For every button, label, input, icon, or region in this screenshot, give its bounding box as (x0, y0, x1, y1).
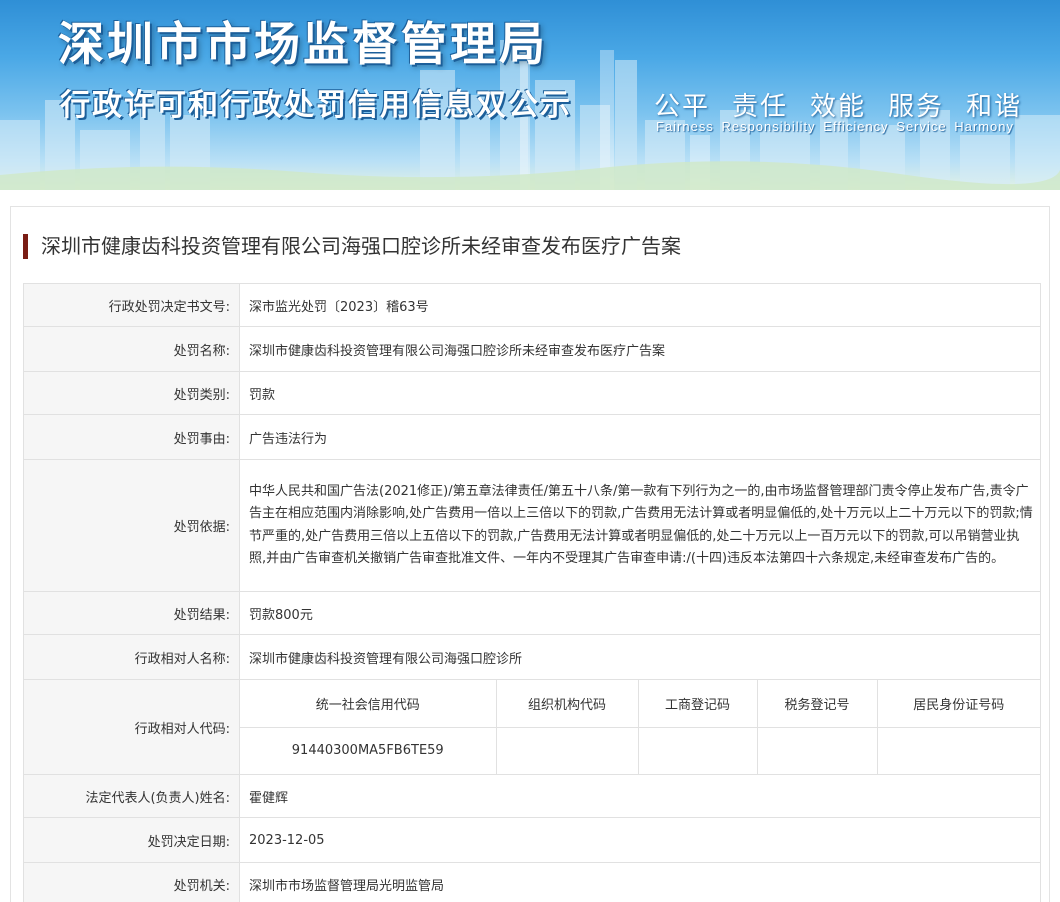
penalty-reason: 广告违法行为 (239, 414, 1041, 460)
table-row: 处罚机关: 深圳市市场监督管理局光明监管局 (23, 862, 1041, 902)
row-label: 处罚依据: (23, 459, 240, 592)
row-label: 行政相对人名称: (23, 634, 240, 680)
table-row: 行政处罚决定书文号: 深市监光处罚〔2023〕稽63号 (23, 283, 1041, 327)
penalty-authority: 深圳市市场监督管理局光明监管局 (239, 862, 1041, 902)
id-number-value (877, 727, 1040, 774)
slogan-word: 公平 (654, 92, 711, 122)
org-code-value (496, 727, 639, 774)
code-header: 组织机构代码 (496, 680, 639, 728)
code-value-row: 91440300MA5FB6TE59 (240, 727, 1040, 774)
row-label: 处罚机关: (23, 862, 240, 902)
penalty-name: 深圳市健康齿科投资管理有限公司海强口腔诊所未经审查发布医疗广告案 (239, 326, 1041, 372)
table-row: 处罚结果: 罚款800元 (23, 591, 1041, 635)
banner-title: 深圳市市场监督管理局 (58, 17, 548, 71)
party-code-table: 统一社会信用代码 组织机构代码 工商登记码 税务登记号 居民身份证号码 9144… (240, 680, 1040, 774)
content-panel: 深圳市健康齿科投资管理有限公司海强口腔诊所未经审查发布医疗广告案 行政处罚决定书… (10, 206, 1050, 902)
row-label: 法定代表人(负责人)姓名: (23, 774, 240, 818)
table-row: 处罚类别: 罚款 (23, 371, 1041, 415)
case-title: 深圳市健康齿科投资管理有限公司海强口腔诊所未经审查发布医疗广告案 (23, 233, 681, 259)
penalty-basis: 中华人民共和国广告法(2021修正)/第五章法律责任/第五十八条/第一款有下列行… (239, 459, 1041, 592)
penalty-info-table: 行政处罚决定书文号: 深市监光处罚〔2023〕稽63号 处罚名称: 深圳市健康齿… (23, 283, 1041, 902)
code-header: 统一社会信用代码 (240, 680, 497, 728)
decision-number: 深市监光处罚〔2023〕稽63号 (239, 283, 1041, 327)
decision-date: 2023-12-05 (239, 817, 1041, 863)
row-label: 处罚决定日期: (23, 817, 240, 863)
table-row: 处罚名称: 深圳市健康齿科投资管理有限公司海强口腔诊所未经审查发布医疗广告案 (23, 326, 1041, 372)
table-row: 行政相对人代码: 统一社会信用代码 组织机构代码 工商登记码 税务登记号 居民身… (23, 679, 1041, 775)
table-row: 处罚依据: 中华人民共和国广告法(2021修正)/第五章法律责任/第五十八条/第… (23, 459, 1041, 592)
code-header: 税务登记号 (757, 680, 878, 728)
site-banner: 深圳市市场监督管理局 行政许可和行政处罚信用信息双公示 公平 责任 效能 服务 … (0, 0, 1060, 190)
penalty-type: 罚款 (239, 371, 1041, 415)
row-label: 行政处罚决定书文号: (23, 283, 240, 327)
table-row: 处罚决定日期: 2023-12-05 (23, 817, 1041, 863)
slogan-word: 服务 (888, 92, 945, 122)
code-header: 工商登记码 (638, 680, 758, 728)
slogan-word: 效能 (810, 92, 867, 122)
business-reg-value (638, 727, 758, 774)
row-label: 处罚名称: (23, 326, 240, 372)
credit-code-value: 91440300MA5FB6TE59 (240, 727, 497, 774)
banner-subtitle: 行政许可和行政处罚信用信息双公示 (60, 88, 572, 123)
penalty-result: 罚款800元 (239, 591, 1041, 635)
table-row: 处罚事由: 广告违法行为 (23, 414, 1041, 460)
row-label: 行政相对人代码: (23, 679, 240, 775)
code-header: 居民身份证号码 (877, 680, 1040, 728)
party-name: 深圳市健康齿科投资管理有限公司海强口腔诊所 (239, 634, 1041, 680)
table-row: 行政相对人名称: 深圳市健康齿科投资管理有限公司海强口腔诊所 (23, 634, 1041, 680)
legal-representative: 霍健辉 (239, 774, 1041, 818)
tax-reg-value (757, 727, 878, 774)
code-header-row: 统一社会信用代码 组织机构代码 工商登记码 税务登记号 居民身份证号码 (240, 680, 1040, 728)
slogan-word: 责任 (732, 92, 789, 122)
row-label: 处罚事由: (23, 414, 240, 460)
party-code-cell: 统一社会信用代码 组织机构代码 工商登记码 税务登记号 居民身份证号码 9144… (239, 679, 1041, 775)
slogan-word: 和谐 (966, 92, 1023, 122)
slogan-english: Fairness Responsibility Efficiency Servi… (656, 119, 1014, 134)
table-row: 法定代表人(负责人)姓名: 霍健辉 (23, 774, 1041, 818)
row-label: 处罚结果: (23, 591, 240, 635)
slogan: 公平 责任 效能 服务 和谐 (654, 86, 1022, 123)
row-label: 处罚类别: (23, 371, 240, 415)
